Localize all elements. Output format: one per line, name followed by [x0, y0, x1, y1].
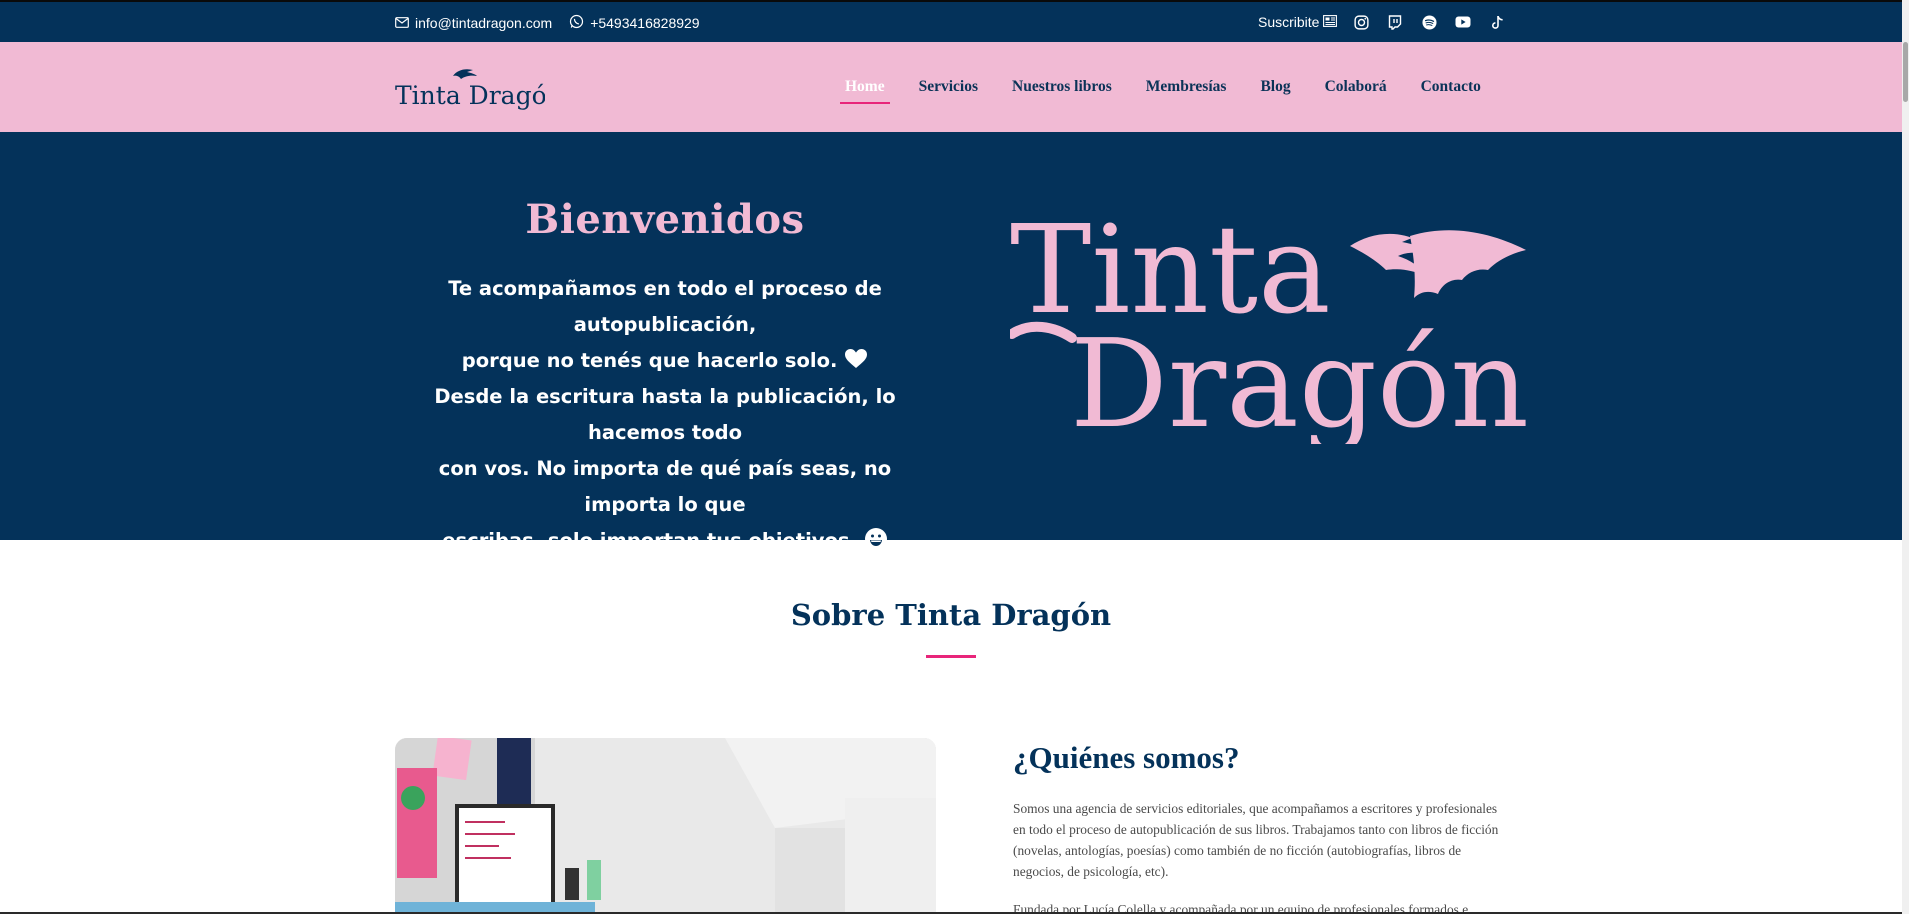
newsletter-icon [1323, 14, 1338, 30]
logo-text: Tinta Dragón [395, 81, 545, 110]
hero-line-4: con vos. No importa de qué país seas, no… [438, 457, 892, 516]
subscribe-link[interactable]: Suscribite [1258, 14, 1338, 30]
phone-text: +5493416828929 [590, 15, 700, 31]
hero-line-3: Desde la escritura hasta la publicación,… [434, 385, 896, 444]
contact-info: info@tintadragon.com +5493416828929 [395, 14, 700, 32]
youtube-icon[interactable] [1453, 12, 1473, 32]
hero-line-1: Te acompañamos en todo el proceso de aut… [448, 277, 882, 336]
hero-line-5-wrap: escribas, solo importan tus objetivos. [395, 523, 935, 559]
tiktok-icon[interactable] [1487, 12, 1507, 32]
nav-blog[interactable]: Blog [1243, 78, 1307, 96]
nav-nuestros-libros[interactable]: Nuestros libros [995, 78, 1129, 96]
hero-line-2: porque no tenés que hacerlo solo. [461, 349, 838, 372]
hero-section: Bienvenidos Te acompañamos en todo el pr… [0, 132, 1902, 552]
hero-logo-line-2: Dragón [1070, 313, 1529, 444]
nav-servicios[interactable]: Servicios [902, 78, 995, 96]
nav-menu: Home Servicios Nuestros libros Membresía… [828, 78, 1498, 104]
title-underline [926, 655, 976, 658]
twitch-icon[interactable] [1385, 12, 1405, 32]
heart-icon [844, 349, 868, 372]
nav-membresias[interactable]: Membresías [1129, 78, 1244, 96]
grinning-face-icon [864, 528, 888, 552]
spotify-icon[interactable] [1419, 12, 1439, 32]
phone-link[interactable]: +5493416828929 [569, 14, 700, 32]
scrollbar-thumb[interactable] [1903, 42, 1908, 102]
who-we-are-title: ¿Quiénes somos? [1013, 740, 1240, 775]
nav-colabora[interactable]: Colaborá [1308, 78, 1404, 96]
hero-text: Te acompañamos en todo el proceso de aut… [395, 271, 935, 559]
about-section-title: Sobre Tinta Dragón [790, 598, 1112, 632]
instagram-icon[interactable] [1351, 12, 1371, 32]
email-link[interactable]: info@tintadragon.com [395, 15, 552, 31]
hero-line-5: escribas, solo importan tus objetivos. [442, 529, 857, 552]
office-photo [395, 738, 936, 914]
hero-line-2-wrap: porque no tenés que hacerlo solo. [395, 343, 935, 379]
social-links: Suscribite [1258, 12, 1507, 32]
hero-title: Bienvenidos [525, 196, 805, 243]
page-scrollbar[interactable] [1902, 0, 1909, 914]
nav-contacto[interactable]: Contacto [1404, 78, 1498, 96]
site-logo[interactable]: Tinta Dragón [395, 64, 563, 110]
mail-icon [395, 15, 409, 31]
email-text: info@tintadragon.com [415, 15, 553, 31]
dragon-wing-icon [1350, 230, 1526, 298]
top-bar: info@tintadragon.com +5493416828929 Susc… [0, 0, 1902, 42]
whatsapp-icon [569, 14, 584, 32]
main-nav: Tinta Dragón Home Servicios Nuestros lib… [0, 42, 1902, 132]
hero-logo: Tinta Dragón [1007, 199, 1540, 455]
who-we-are-text: Somos una agencia de servicios editorial… [1013, 801, 1499, 879]
nav-home[interactable]: Home [828, 78, 902, 104]
subscribe-label: Suscribite [1258, 14, 1320, 30]
